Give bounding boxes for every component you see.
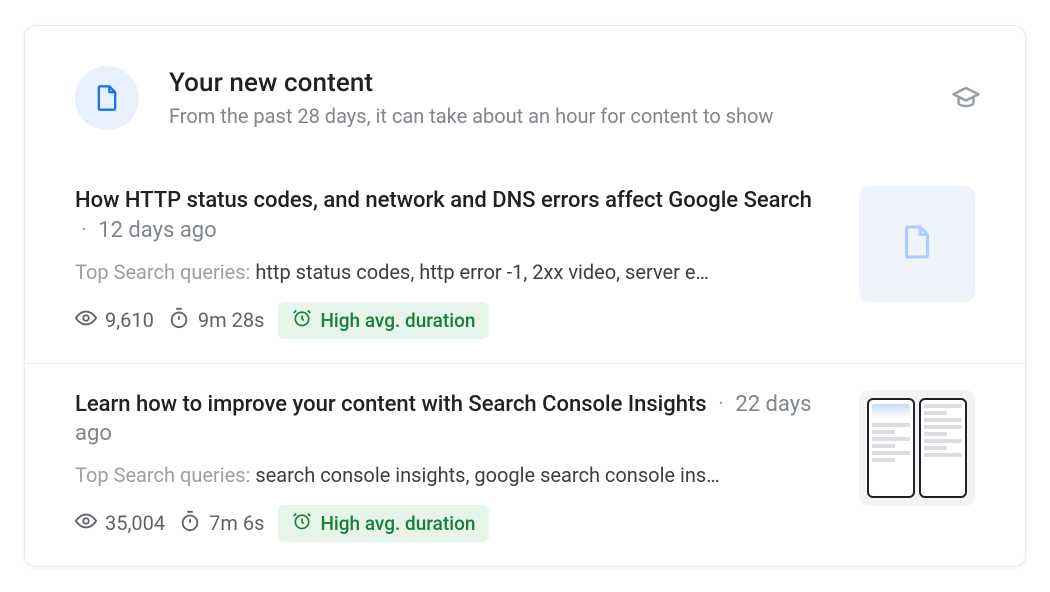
duration-metric: 9m 28s (168, 307, 265, 334)
document-icon (899, 224, 935, 264)
item-queries: Top Search queries: http status codes, h… (75, 260, 831, 284)
card-title: Your new content (169, 68, 921, 98)
card-header: Your new content From the past 28 days, … (25, 26, 1025, 160)
document-icon (75, 66, 139, 130)
views-value: 35,004 (105, 511, 165, 535)
item-age: 12 days ago (98, 218, 217, 243)
item-queries: Top Search queries: search console insig… (75, 463, 831, 487)
card-subtitle: From the past 28 days, it can take about… (169, 104, 921, 128)
duration-metric: 7m 6s (179, 510, 264, 537)
queries-value: search console insights, google search c… (255, 463, 719, 487)
content-item[interactable]: How HTTP status codes, and network and D… (25, 160, 1025, 362)
queries-label: Top Search queries: (75, 463, 255, 487)
separator-dot: · (81, 218, 87, 243)
alarm-icon (292, 511, 312, 536)
queries-label: Top Search queries: (75, 260, 255, 284)
content-item[interactable]: Learn how to improve your content with S… (25, 363, 1025, 566)
item-thumbnail (859, 390, 975, 506)
views-metric: 35,004 (75, 510, 165, 537)
badge-label: High avg. duration (320, 309, 475, 332)
new-content-card: Your new content From the past 28 days, … (24, 25, 1026, 567)
item-title: Learn how to improve your content with S… (75, 392, 707, 417)
stopwatch-icon (168, 307, 190, 334)
badge-label: High avg. duration (320, 512, 475, 535)
screenshot-placeholder (867, 398, 967, 498)
item-thumbnail (859, 186, 975, 302)
queries-value: http status codes, http error -1, 2xx vi… (255, 260, 709, 284)
eye-icon (75, 510, 97, 537)
separator-dot: · (718, 392, 724, 417)
views-value: 9,610 (105, 308, 154, 332)
item-title-line: Learn how to improve your content with S… (75, 390, 831, 449)
duration-badge: High avg. duration (278, 505, 489, 542)
duration-value: 9m 28s (198, 308, 265, 332)
item-title-line: How HTTP status codes, and network and D… (75, 186, 831, 245)
learn-icon[interactable] (951, 83, 981, 113)
eye-icon (75, 307, 97, 334)
alarm-icon (292, 308, 312, 333)
duration-badge: High avg. duration (278, 302, 489, 339)
stopwatch-icon (179, 510, 201, 537)
duration-value: 7m 6s (209, 511, 264, 535)
item-title: How HTTP status codes, and network and D… (75, 188, 812, 213)
views-metric: 9,610 (75, 307, 154, 334)
